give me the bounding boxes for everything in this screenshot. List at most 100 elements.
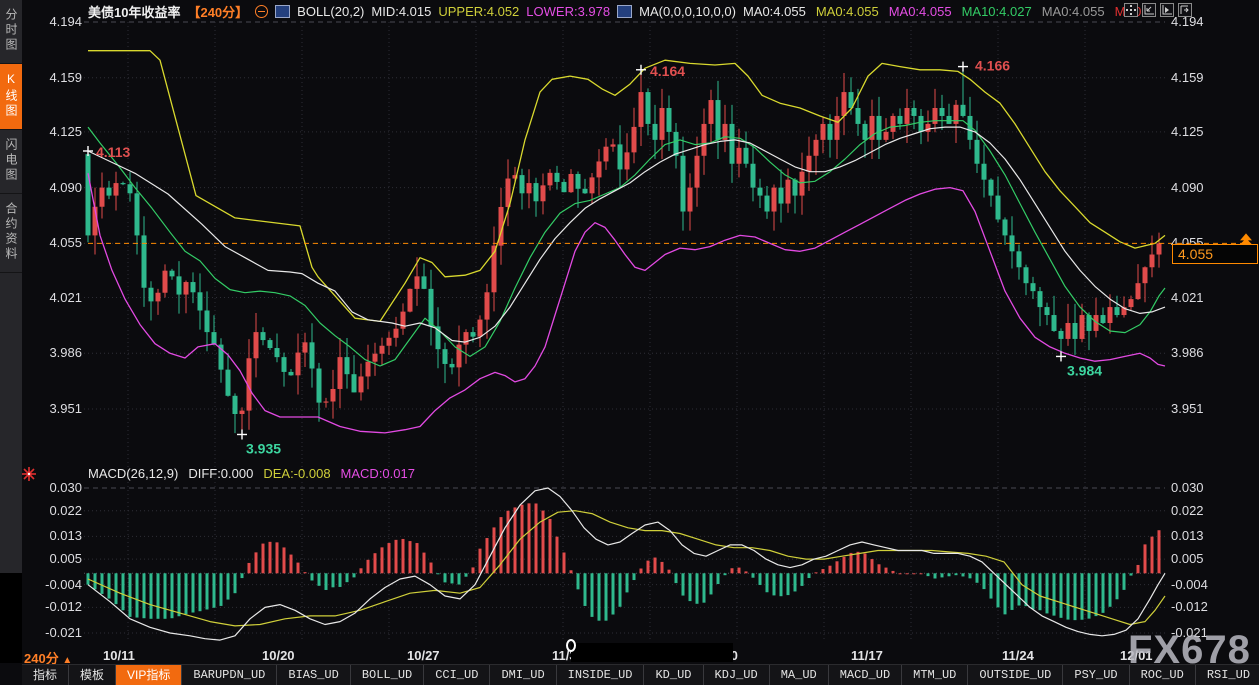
candle-body [884,132,889,140]
boll-lower-value: LOWER:3.978 [526,4,610,19]
ma-values: MA0:4.055MA0:4.055MA0:4.055MA10:4.027MA0… [743,4,1145,19]
price-mark-label: 4.164 [650,63,685,79]
candle-body [149,288,154,302]
indicator-tab-boll-ud[interactable]: BOLL_UD [351,665,424,685]
candle-body [275,348,280,357]
axis-label: 4.090 [1171,180,1231,195]
candle-body [828,124,833,140]
ma-indicator-icon[interactable] [617,5,632,18]
macd-histogram-bar [192,573,195,612]
axis-label: 4.159 [24,70,82,85]
macd-histogram-bar [374,553,377,573]
candle-body [1143,267,1148,283]
indicator-tab--[interactable]: 模板 [69,665,116,685]
macd-histogram-bar [353,573,356,577]
axis-label: 4.055 [24,235,82,250]
macd-dea-value: DEA:-0.008 [263,466,330,481]
candle-body [667,108,672,132]
macd-histogram-bar [710,573,713,594]
ma-value: MA0:4.055 [816,4,879,19]
candle-body [1052,315,1057,331]
candle-body [128,184,133,193]
macd-histogram-bar [507,511,510,574]
macd-histogram-bar [794,573,797,591]
macd-histogram-bar [899,573,902,574]
candle-body [268,340,273,348]
candle-body [478,320,483,337]
candle-body [345,357,350,374]
indicator-tab-barupdn-ud[interactable]: BARUPDN_UD [182,665,277,685]
sidebar-tab-2[interactable]: K线图 [0,64,22,130]
macd-histogram-bar [990,573,993,598]
candle-body [702,124,707,156]
candle-body [163,271,168,293]
candle-body [793,180,798,196]
macd-histogram-bar [479,549,482,574]
indicator-tab-psy-ud[interactable]: PSY_UD [1063,665,1129,685]
candle-body [597,161,602,177]
sidebar-tab-3[interactable]: 闪电图 [0,130,22,194]
indicator-tab-bias-ud[interactable]: BIAS_UD [277,665,350,685]
sidebar-tab-1[interactable]: 分时图 [0,0,22,64]
indicator-tab-dmi-ud[interactable]: DMI_UD [490,665,556,685]
candle-body [422,276,427,289]
macd-histogram-bar [661,562,664,573]
collapse-indicator-icon[interactable] [255,5,268,18]
macd-histogram-bar [843,557,846,573]
candle-body [1066,323,1071,339]
indicator-tab-vip-[interactable]: VIP指标 [116,665,182,685]
axis-label: 4.159 [1171,70,1231,85]
candle-body [107,188,112,196]
candle-body [891,116,896,132]
macd-histogram-bar [1095,573,1098,616]
sidebar-tab-4[interactable]: 合约资料 [0,194,22,273]
indicator-tab-ma-ud[interactable]: MA_UD [770,665,829,685]
candle-body [1024,267,1029,283]
candle-body [758,188,763,196]
boll-label: BOLL(20,2) [297,4,364,19]
macd-histogram-bar [1081,573,1084,619]
ma-params-label: MA(0,0,0,10,0,0) [639,4,736,19]
page-forward-icon[interactable] [1178,3,1192,17]
candle-body [352,374,357,392]
indicator-tab-outside-ud[interactable]: OUTSIDE_UD [968,665,1063,685]
macd-histogram-bar [101,573,104,594]
macd-histogram-bar [1046,573,1049,613]
macd-histogram-bar [556,537,559,574]
macd-histogram-bar [164,573,167,618]
macd-histogram-bar [633,573,636,580]
candle-body [744,148,749,164]
candle-body [1129,299,1134,307]
candle-body [198,292,203,310]
period-badge[interactable]: 【240分】 [187,2,248,21]
macd-macd-value: MACD:0.017 [341,466,415,481]
macd-histogram-bar [1158,530,1161,573]
date-label: 11/24 [1002,648,1034,663]
candle-body [443,349,448,364]
axis-fit-icon[interactable] [1142,3,1156,17]
macd-histogram-bar [1144,544,1147,573]
macd-settings-icon[interactable] [22,467,36,486]
macd-histogram-bar [787,573,790,595]
candle-body [604,147,609,162]
candle-body [821,124,826,140]
indicator-tab-kdj-ud[interactable]: KDJ_UD [704,665,770,685]
indicator-tab-macd-ud[interactable]: MACD_UD [829,665,902,685]
indicator-tab--[interactable]: 指标 [22,665,69,685]
candle-body [303,342,308,352]
candle-body [576,174,581,189]
boll-indicator-icon[interactable] [275,5,290,18]
candle-body [415,276,420,289]
indicator-tab-inside-ud[interactable]: INSIDE_UD [557,665,645,685]
indicator-tab-cci-ud[interactable]: CCI_UD [424,665,490,685]
macd-histogram-bar [857,552,860,573]
macd-histogram-bar [584,573,587,606]
pan-icon[interactable] [1124,3,1138,17]
macd-histogram-bar [136,573,139,617]
macd-header: MACD(26,12,9) DIFF:0.000 DEA:-0.008 MACD… [88,466,415,481]
kline-chart-canvas[interactable]: 4.1133.9354.1644.1663.984 [0,0,1259,685]
auto-scroll-icon[interactable] [1160,3,1174,17]
boll-mid-value: MID:4.015 [371,4,431,19]
indicator-tab-kd-ud[interactable]: KD_UD [644,665,703,685]
indicator-tab-mtm-ud[interactable]: MTM_UD [902,665,968,685]
